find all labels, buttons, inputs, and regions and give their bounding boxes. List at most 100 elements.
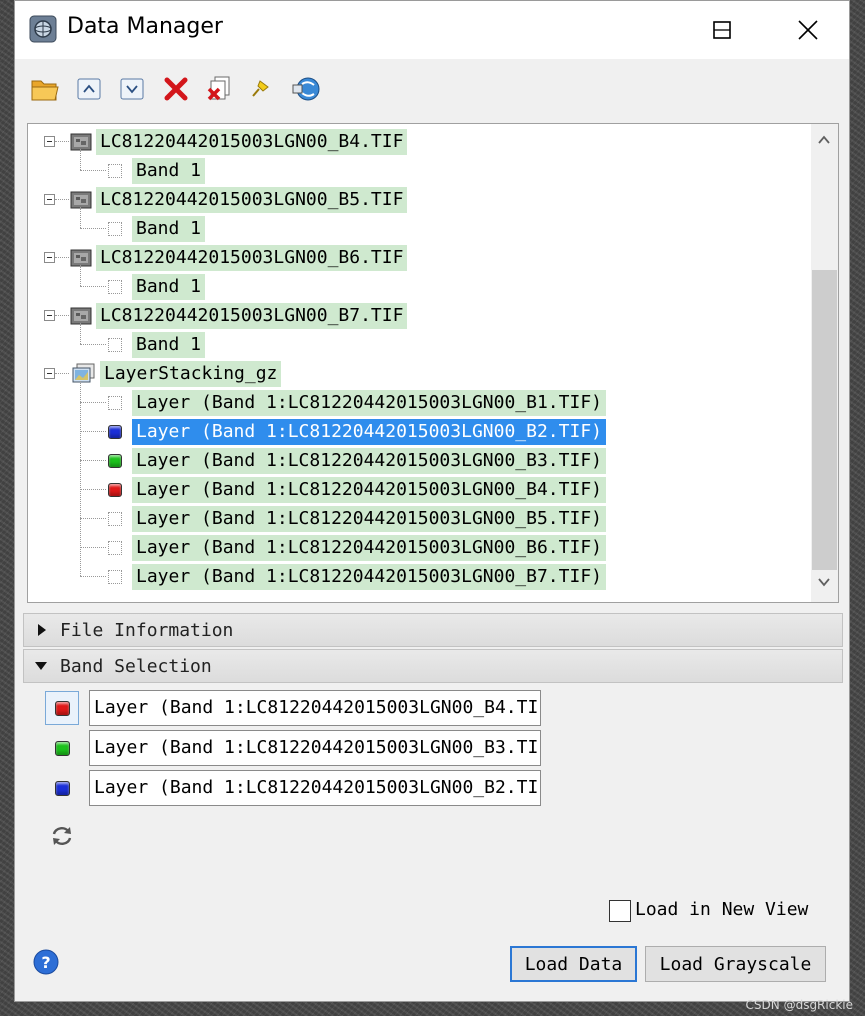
tree-band-node[interactable]: Band 1 [108,157,206,184]
move-up-button[interactable] [73,73,105,105]
tree-expander-collapse[interactable] [44,136,55,147]
tree-vertical-scrollbar[interactable] [811,124,838,602]
load-in-new-view-checkbox[interactable] [609,900,631,922]
band-unassigned-icon [108,163,122,178]
band-unassigned-icon [108,221,122,236]
tree-connector [55,199,69,200]
tree-layer-node[interactable]: Layer (Band 1:LC81220442015003LGN00_B2.T… [108,418,606,445]
tree-connector [55,141,69,142]
tree-connector [80,431,106,432]
file-information-section[interactable]: File Information [23,613,843,647]
sync-view-icon [292,77,320,101]
band-selection-label: Band Selection [60,655,212,677]
tree-file-node[interactable]: LC81220442015003LGN00_B5.TIF [70,186,408,213]
tree-band-node[interactable]: Band 1 [108,273,206,300]
tree-connector [80,207,81,228]
tree-file-node[interactable]: LC81220442015003LGN00_B6.TIF [70,244,408,271]
tree-connector [80,381,81,576]
sync-view-button[interactable] [291,73,323,105]
tree-expander-collapse[interactable] [44,368,55,379]
data-tree-panel[interactable]: LC81220442015003LGN00_B4.TIF Band 1 LC8122… [27,123,839,603]
blue-band-field[interactable]: Layer (Band 1:LC81220442015003LGN00_B2.T… [89,770,541,806]
red-band-row: Layer (Band 1:LC81220442015003LGN00_B4.T… [45,689,541,727]
tree-layer-node[interactable]: Layer (Band 1:LC81220442015003LGN00_B6.T… [108,534,606,561]
close-all-icon [207,76,230,101]
help-button[interactable]: ? [33,949,59,975]
refresh-button[interactable] [49,823,75,849]
green-band-row: Layer (Band 1:LC81220442015003LGN00_B3.T… [45,729,541,767]
tree-file-label: LC81220442015003LGN00_B7.TIF [96,302,408,329]
tree-layer-label: Layer (Band 1:LC81220442015003LGN00_B3.T… [132,447,606,474]
tree-band-label: Band 1 [132,157,206,184]
raster-file-icon [70,249,92,266]
band-selection-section[interactable]: Band Selection [23,649,843,683]
window-title: Data Manager [67,14,223,39]
tree-file-node[interactable]: LC81220442015003LGN00_B4.TIF [70,128,408,155]
tree-layer-node[interactable]: Layer (Band 1:LC81220442015003LGN00_B3.T… [108,447,606,474]
tree-connector [80,489,106,490]
data-manager-app-icon [29,15,57,43]
tree-file-node[interactable]: LC81220442015003LGN00_B7.TIF [70,302,408,329]
tree-expander-collapse[interactable] [44,252,55,263]
tree-band-label: Band 1 [132,215,206,242]
tree-layer-node[interactable]: Layer (Band 1:LC81220442015003LGN00_B4.T… [108,476,606,503]
blue-channel-button[interactable] [45,771,79,805]
scroll-up-arrow-icon[interactable] [817,134,831,146]
blue-square-icon [108,424,122,439]
green-band-field[interactable]: Layer (Band 1:LC81220442015003LGN00_B3.T… [89,730,541,766]
tree-band-label: Band 1 [132,273,206,300]
tree-expander-collapse[interactable] [44,310,55,321]
tree-stack-label: LayerStacking_gz [100,360,282,387]
red-band-field[interactable]: Layer (Band 1:LC81220442015003LGN00_B4.T… [89,690,541,726]
title-bar[interactable]: Data Manager [15,1,849,59]
pin-icon [252,80,269,97]
close-window-button[interactable] [779,1,837,59]
tree-stack-node[interactable]: LayerStacking_gz [70,360,282,387]
tree-connector [80,460,106,461]
tree-connector [55,315,69,316]
move-down-button[interactable] [116,73,148,105]
remove-button[interactable] [160,73,192,105]
load-in-new-view-label[interactable]: Load in New View [635,899,808,920]
open-folder-button[interactable] [29,73,61,105]
load-grayscale-button[interactable]: Load Grayscale [645,946,826,982]
svg-text:?: ? [41,953,50,972]
tree-connector [80,228,106,229]
expanded-triangle-icon [35,662,47,670]
tree-layer-node[interactable]: Layer (Band 1:LC81220442015003LGN00_B7.T… [108,563,606,590]
tree-layer-label: Layer (Band 1:LC81220442015003LGN00_B6.T… [132,534,606,561]
open-folder-icon [31,80,59,101]
raster-file-icon [70,133,92,150]
tree-layer-node[interactable]: Layer (Band 1:LC81220442015003LGN00_B5.T… [108,505,606,532]
maximize-button[interactable] [693,1,751,59]
band-unassigned-icon [108,569,122,584]
green-channel-button[interactable] [45,731,79,765]
scroll-thumb[interactable] [812,270,837,570]
load-data-button[interactable]: Load Data [510,946,637,982]
band-unassigned-icon [108,395,122,410]
band-unassigned-icon [108,279,122,294]
blue-square-icon [54,780,70,796]
red-square-icon [54,700,70,716]
band-unassigned-icon [108,511,122,526]
tree-connector [80,170,106,171]
file-information-label: File Information [60,619,234,641]
tree-connector [80,402,106,403]
red-channel-button[interactable] [45,691,79,725]
tree-layer-node[interactable]: Layer (Band 1:LC81220442015003LGN00_B1.T… [108,389,606,416]
help-icon: ? [33,949,59,975]
band-unassigned-icon [108,540,122,555]
tree-band-node[interactable]: Band 1 [108,331,206,358]
pin-button[interactable] [244,73,276,105]
scroll-down-arrow-icon[interactable] [817,576,831,588]
tree-connector [80,576,106,577]
raster-file-icon [70,307,92,324]
tree-file-label: LC81220442015003LGN00_B4.TIF [96,128,408,155]
tree-band-node[interactable]: Band 1 [108,215,206,242]
tree-expander-collapse[interactable] [44,194,55,205]
close-all-button[interactable] [204,73,236,105]
tree-layer-label: Layer (Band 1:LC81220442015003LGN00_B5.T… [132,505,606,532]
tree-layer-label: Layer (Band 1:LC81220442015003LGN00_B4.T… [132,476,606,503]
tree-connector [80,547,106,548]
tree-layer-label: Layer (Band 1:LC81220442015003LGN00_B1.T… [132,389,606,416]
